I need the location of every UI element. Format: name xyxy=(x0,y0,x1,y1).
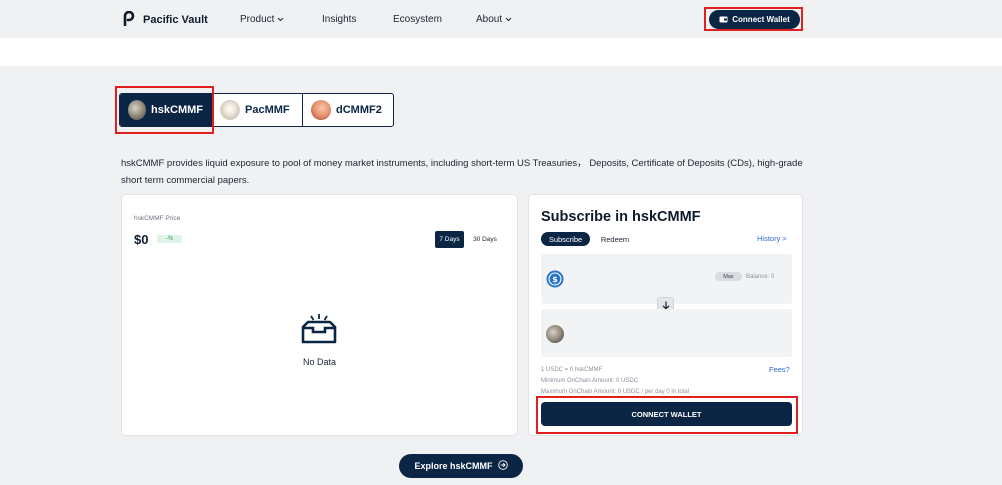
balance-text: Balance: 0 xyxy=(746,274,775,280)
nav-item-label: Insights xyxy=(322,14,357,25)
dcmmf2-avatar xyxy=(311,100,331,120)
range-30-days-button[interactable]: 30 Days xyxy=(468,231,502,248)
pacmmf-avatar xyxy=(220,100,240,120)
max-button[interactable]: Max xyxy=(715,272,742,281)
explore-label: Explore hskCMMF xyxy=(414,461,493,471)
subscribe-title: Subscribe in hskCMMF xyxy=(541,209,701,225)
fees-link[interactable]: Fees? xyxy=(769,365,790,374)
connect-wallet-submit-button[interactable]: CONNECT WALLET xyxy=(541,402,792,426)
max-amount-text: Maximum OnChain Amount: 0 USDC / per day… xyxy=(541,389,690,395)
tab-label: PacMMF xyxy=(245,104,290,116)
tab-label: dCMMF2 xyxy=(336,104,382,116)
tab-hskcmmf[interactable]: hskCMMF xyxy=(120,94,212,126)
brand-name: Pacific Vault xyxy=(143,14,208,26)
tab-subscribe[interactable]: Subscribe xyxy=(541,232,590,246)
subscribe-card: Subscribe in hskCMMF Subscribe Redeem Hi… xyxy=(528,194,803,436)
price-change-badge: -% xyxy=(157,235,183,243)
explore-button[interactable]: Explore hskCMMF xyxy=(399,454,523,478)
nav-item-ecosystem[interactable]: Ecosystem xyxy=(393,14,442,25)
nav-item-label: About xyxy=(476,14,503,25)
tab-dcmmf2[interactable]: dCMMF2 xyxy=(303,94,393,126)
tab-pacmmf[interactable]: PacMMF xyxy=(212,94,303,126)
connect-wallet-label: Connect Wallet xyxy=(732,15,790,24)
chevron-down-icon xyxy=(505,14,512,25)
nav-item-about[interactable]: About xyxy=(476,14,512,25)
price-card: hskCMMF Price $0 -% 7 Days 30 Days No Da… xyxy=(121,194,518,436)
hskcmmf-token-icon xyxy=(546,325,564,343)
tab-redeem[interactable]: Redeem xyxy=(595,232,635,246)
header-band xyxy=(0,38,1002,66)
price-value: $0 xyxy=(134,232,149,247)
no-data-text: No Data xyxy=(302,357,337,367)
brand-logo[interactable]: Pacific Vault xyxy=(122,10,208,29)
svg-text:$: $ xyxy=(552,275,558,284)
rate-text: 1 USDC = 0 hskCMMF xyxy=(541,367,603,373)
product-description: hskCMMF provides liquid exposure to pool… xyxy=(121,158,803,186)
price-label: hskCMMF Price xyxy=(134,215,181,222)
nav-item-insights[interactable]: Insights xyxy=(322,14,356,25)
empty-tray-icon xyxy=(300,313,338,350)
wallet-icon xyxy=(719,15,728,25)
top-navbar: Pacific Vault Product Insights Ecosystem… xyxy=(0,0,1002,38)
chevron-down-icon xyxy=(277,14,284,25)
output-amount-box[interactable] xyxy=(541,309,792,357)
history-link[interactable]: History > xyxy=(757,234,787,243)
product-tabs: hskCMMF PacMMF dCMMF2 xyxy=(119,93,394,127)
arrow-right-circle-icon xyxy=(497,460,508,472)
tab-label: hskCMMF xyxy=(151,104,203,116)
nav-item-label: Ecosystem xyxy=(393,14,442,25)
min-amount-text: Minimum OnChain Amount: 0 USDC xyxy=(541,378,639,384)
hskcmmf-avatar xyxy=(128,100,147,120)
nav-item-label: Product xyxy=(240,14,275,25)
nav-item-product[interactable]: Product xyxy=(240,14,284,25)
range-7-days-button[interactable]: 7 Days xyxy=(435,231,464,248)
connect-wallet-button[interactable]: Connect Wallet xyxy=(709,10,800,29)
pacific-vault-logo-icon xyxy=(122,10,137,29)
usdc-icon: $ xyxy=(546,270,564,293)
